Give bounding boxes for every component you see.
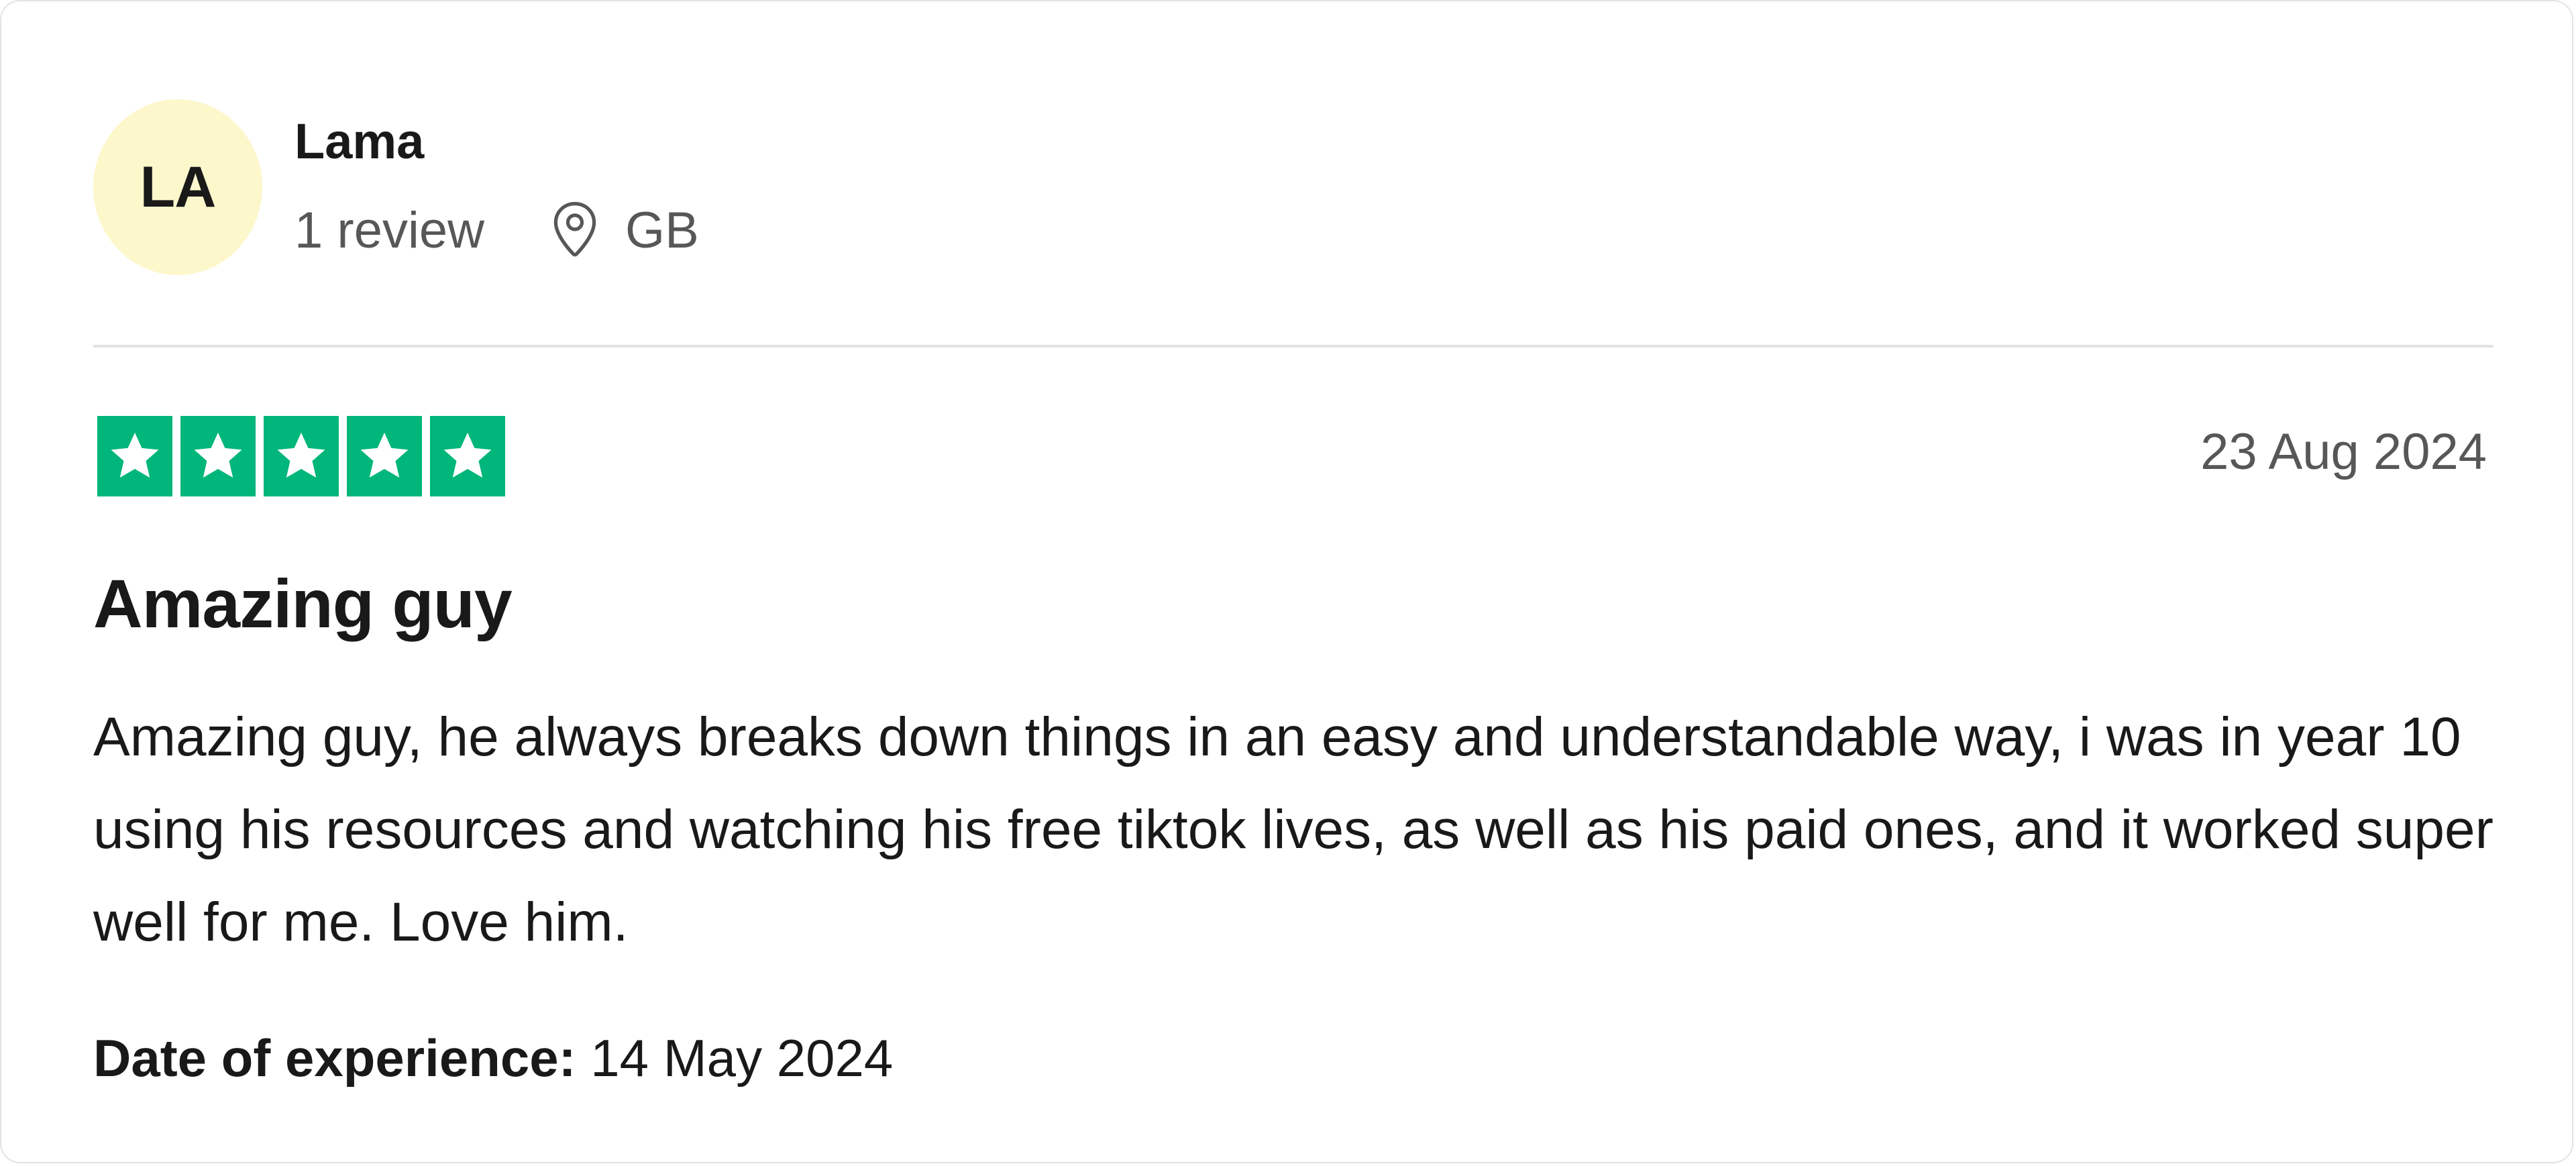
star-icon: [443, 432, 492, 478]
star-icon: [360, 432, 409, 478]
star-icon: [111, 432, 159, 478]
review-text: Amazing guy, he always breaks down thing…: [93, 706, 2493, 953]
star-5: [430, 416, 505, 496]
consumer-meta: 1 review GB: [294, 200, 699, 260]
review-count: 1 review: [294, 201, 484, 259]
review-title[interactable]: Amazing guy: [93, 565, 513, 643]
star-4: [347, 416, 422, 496]
date-of-experience: Date of experience: 14 May 2024: [93, 1028, 893, 1089]
star-rating: [97, 416, 505, 496]
avatar[interactable]: LA: [93, 99, 262, 275]
location-pin-icon: [551, 200, 598, 260]
star-icon: [194, 432, 242, 478]
consumer-name[interactable]: Lama: [294, 113, 424, 170]
divider: [93, 345, 2493, 348]
consumer-country: GB: [625, 201, 699, 259]
consumer-header: LA Lama 1 review GB: [93, 99, 699, 275]
star-icon: [277, 432, 325, 478]
star-2: [180, 416, 256, 496]
experience-label: Date of experience:: [93, 1028, 576, 1088]
avatar-initials: LA: [140, 154, 217, 219]
experience-date: 14 May 2024: [590, 1028, 894, 1088]
review-date: 23 Aug 2024: [2200, 423, 2487, 480]
review-card: LA Lama 1 review GB 23 Aug 2024 Amazing …: [0, 0, 2573, 1163]
star-1: [97, 416, 172, 496]
star-3: [264, 416, 339, 496]
